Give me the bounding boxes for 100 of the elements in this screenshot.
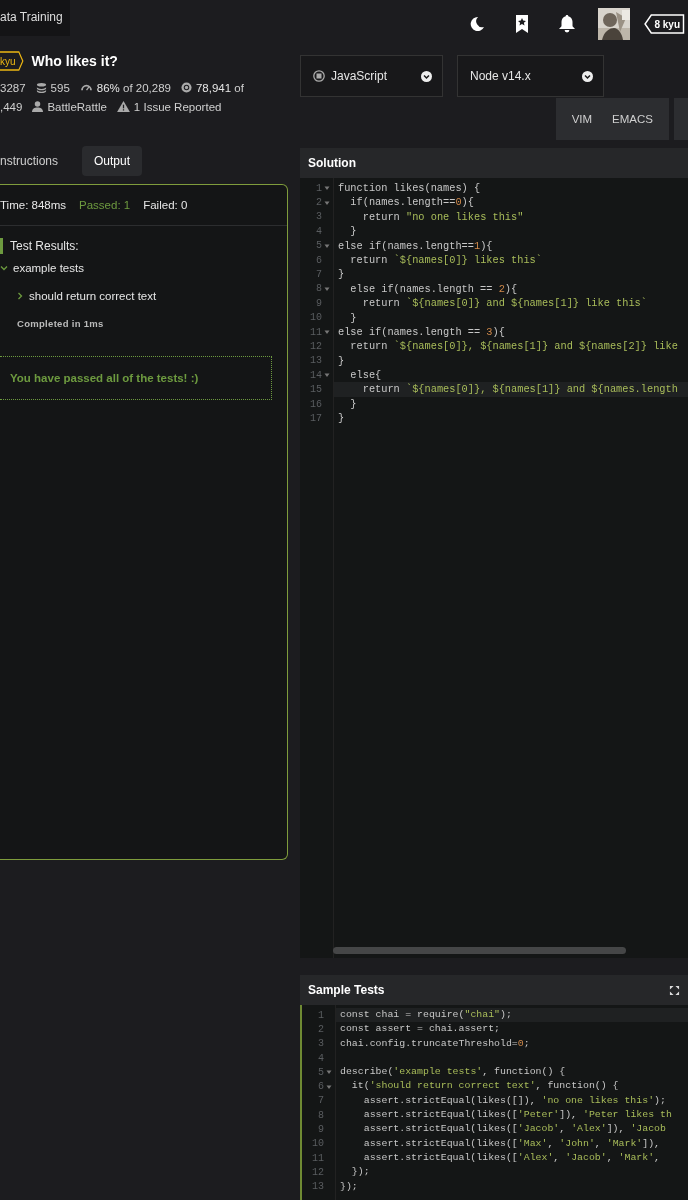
code-line: chai.config.truncateThreshold=0; [339, 1036, 531, 1051]
warning-icon [116, 101, 130, 112]
fold-icon [324, 329, 330, 336]
line-number: 17 [310, 412, 322, 424]
fold-icon [324, 285, 330, 292]
time-text: Time: 848ms [0, 199, 67, 211]
success-message: You have passed all of the tests! :) [0, 356, 272, 400]
stat-text: 3287 [0, 81, 26, 94]
code-line: } [349, 310, 358, 325]
line-number: 6 [315, 254, 322, 266]
line-number: 9 [317, 1124, 324, 1135]
version-dropdown[interactable]: Node v14.x [457, 55, 604, 97]
line-number: 10 [310, 312, 322, 324]
line-number: 12 [312, 1166, 324, 1178]
nav-tab[interactable]: ata Training [0, 0, 70, 36]
code-line: } [349, 224, 358, 239]
line-number: 13 [310, 355, 322, 367]
line-number: 11 [312, 1152, 324, 1164]
kata-title: Who likes it? [31, 53, 118, 69]
code-line: } [337, 411, 346, 426]
coin-icon [180, 82, 192, 93]
panel-title: Solution [308, 156, 357, 170]
line-number: 8 [317, 1109, 324, 1121]
code-line: } [349, 396, 358, 412]
line-number: 15 [310, 384, 322, 396]
line-number: 7 [317, 1095, 324, 1107]
line-number: 8 [315, 283, 322, 295]
panel-tab[interactable]: Output [82, 146, 143, 176]
stat-text: ,449 [0, 100, 23, 113]
line-number: 1 [317, 1009, 324, 1021]
editor-mode-button[interactable]: VIM [561, 107, 603, 131]
line-number: 12 [310, 341, 322, 352]
scrollbar[interactable] [333, 947, 626, 954]
code-line: }); [339, 1179, 359, 1194]
code-line: } [337, 353, 346, 369]
code-line: assert.strictEqual(likes(['Alex', 'Jacob', 'Mark', [362, 1150, 662, 1165]
result-marker [0, 238, 3, 254]
code-line: else if(names.length == 3){ [337, 324, 506, 340]
stat-text: 595 [50, 81, 70, 94]
results-heading: Test Results: [10, 239, 79, 253]
failed-count: Failed: 0 [143, 199, 188, 211]
code-line: return `${names[0]} and ${names[1]} like this` [361, 296, 648, 311]
expand-icon [669, 984, 680, 996]
line-number: 1 [315, 182, 322, 194]
line-number: 14 [310, 369, 322, 381]
stat-text: BattleRattle [47, 100, 107, 113]
code-line: return "no one likes this" [361, 209, 525, 225]
stack-icon [35, 82, 47, 93]
line-number: 11 [310, 326, 322, 338]
line-number: 9 [315, 297, 322, 309]
code-line: assert.strictEqual(likes(['Max', 'John', 'Mark']), [362, 1136, 662, 1151]
bell-icon [559, 15, 576, 33]
language-icon [313, 70, 325, 82]
moon-icon [469, 16, 486, 32]
line-number: 4 [317, 1052, 324, 1064]
fold-icon [324, 242, 330, 249]
stat-text: 78,941 of [195, 81, 244, 94]
test-group-label[interactable]: should return correct text [29, 290, 157, 302]
code-line: it('should return correct text', function() { [350, 1079, 620, 1094]
gauge-icon [79, 83, 93, 92]
rank-badge: 8 kyu [644, 14, 686, 34]
line-number: 3 [315, 211, 322, 223]
line-number: 10 [312, 1138, 324, 1150]
panel-title: Sample Tests [308, 983, 386, 997]
completion-time: Completed in 1ms [16, 316, 105, 331]
line-number: 7 [315, 269, 322, 281]
line-number: 13 [312, 1181, 324, 1193]
passed-count: Passed: 1 [79, 199, 131, 211]
editor-mode-button[interactable]: EMACS [602, 107, 663, 131]
code-line: else if(names.length==1){ [337, 238, 494, 253]
line-number: 2 [317, 1023, 324, 1035]
code-line: describe('example tests', function() { [339, 1065, 567, 1080]
test-group-label[interactable]: example tests [13, 262, 84, 274]
stat-text: 1 Issue Reported [133, 100, 222, 113]
panel-tab[interactable]: nstructions [0, 146, 71, 176]
code-line: assert.strictEqual(likes(['Jacob', 'Alex']), 'Jacob [362, 1122, 667, 1137]
chevron-down-icon [582, 70, 593, 82]
fold-icon [324, 372, 330, 379]
code-line: }); [350, 1165, 371, 1180]
code-line: return `${names[0]}, ${names[1]} and ${names[2]} like [349, 339, 679, 354]
line-number: 4 [315, 225, 322, 237]
chevron-down-icon [421, 70, 432, 82]
bookmark-icon [515, 15, 530, 33]
line-number: 16 [310, 398, 322, 410]
code-line: else if(names.length == 2){ [349, 281, 519, 297]
code-line: else{ [349, 368, 383, 383]
line-number: 3 [317, 1038, 324, 1050]
language-dropdown[interactable]: JavaScript [300, 55, 443, 97]
code-line: } [337, 267, 346, 282]
line-number: 6 [317, 1081, 324, 1093]
code-line: function likes(names) { [337, 181, 482, 196]
line-number: 2 [315, 197, 322, 209]
code-line: assert.strictEqual(likes(['Peter']), 'Peter likes th [362, 1108, 673, 1123]
code-line: if(names.length==0){ [349, 195, 475, 210]
line-number: 5 [317, 1066, 324, 1078]
rank-badge: kyu [0, 51, 24, 71]
code-line: assert.strictEqual(likes([]), 'no one likes this'); [362, 1093, 667, 1108]
line-number: 5 [315, 240, 322, 252]
code-line: const assert = chai.assert; [339, 1022, 501, 1037]
code-line: return `${names[0]} likes this` [349, 252, 543, 268]
